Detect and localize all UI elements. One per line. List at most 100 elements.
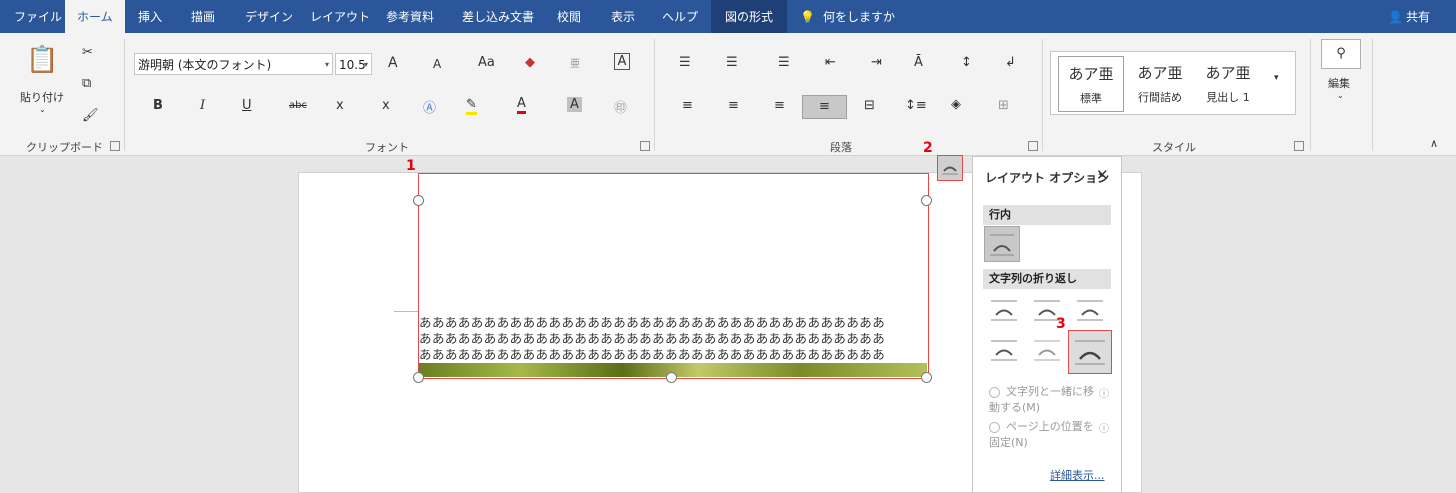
style-item-normal[interactable]: あア亜 標準: [1058, 56, 1124, 112]
tab-review[interactable]: 校閲: [557, 0, 581, 33]
wrap-in-front-icon[interactable]: [1068, 330, 1112, 374]
resize-handle[interactable]: [413, 195, 424, 206]
ruby-icon[interactable]: 亜: [570, 55, 580, 70]
tab-file[interactable]: ファイル: [14, 0, 62, 33]
see-more-link[interactable]: 詳細表示...: [1050, 467, 1105, 483]
font-name-field[interactable]: 游明朝 (本文のフォント) ▾: [134, 53, 333, 75]
annotation-number: 2: [923, 140, 933, 156]
search-icon[interactable]: ⚲: [1321, 39, 1361, 69]
tab-picture-format[interactable]: 図の形式: [711, 0, 788, 33]
tell-me-search[interactable]: 何をしますか: [823, 0, 895, 33]
paste-dropdown-icon[interactable]: ⌄: [39, 105, 46, 114]
resize-handle[interactable]: [413, 372, 424, 383]
strikethrough-button[interactable]: abc: [289, 100, 307, 111]
collapse-ribbon-icon[interactable]: ∧: [1430, 137, 1438, 150]
panel-title: レイアウト オプション: [985, 171, 1110, 185]
underline-button[interactable]: U: [242, 98, 252, 113]
tab-draw[interactable]: 描画: [191, 0, 215, 33]
shrink-font-icon[interactable]: A: [433, 57, 441, 71]
share-icon: 👤: [1388, 10, 1403, 24]
group-divider: [1042, 39, 1043, 151]
option-label: ページ上の位置を固定(N): [989, 420, 1094, 449]
radio-button[interactable]: [989, 422, 1000, 433]
font-launcher-icon[interactable]: [640, 141, 650, 151]
align-center-icon[interactable]: ≡: [728, 98, 739, 113]
styles-launcher-icon[interactable]: [1294, 141, 1304, 151]
justify-icon[interactable]: ≡: [802, 95, 847, 119]
bold-button[interactable]: B: [153, 98, 163, 113]
tab-mailings[interactable]: 差し込み文書: [462, 0, 534, 33]
distribute-icon[interactable]: ⊟: [864, 98, 875, 113]
resize-handle[interactable]: [921, 195, 932, 206]
clear-formatting-icon[interactable]: ◆: [525, 55, 535, 70]
line-spacing-icon[interactable]: ↕≡: [905, 98, 927, 113]
wrap-top-bottom-icon[interactable]: [987, 333, 1023, 369]
picture-selection-frame[interactable]: [418, 173, 929, 379]
resize-handle[interactable]: [666, 372, 677, 383]
paste-button[interactable]: 貼り付け: [20, 89, 64, 105]
paragraph-launcher-icon[interactable]: [1028, 141, 1038, 151]
tab-view[interactable]: 表示: [611, 0, 635, 33]
text-effects-icon[interactable]: Ⓐ: [423, 97, 436, 116]
subscript-button[interactable]: x: [336, 98, 344, 113]
wrap-through-icon[interactable]: [1073, 293, 1109, 329]
group-divider: [124, 39, 125, 151]
style-item-no-spacing[interactable]: あア亜 行間詰め: [1128, 56, 1192, 110]
chevron-down-icon: ⌄: [1337, 91, 1344, 100]
chevron-down-icon: ▾: [363, 60, 368, 69]
italic-button[interactable]: I: [200, 98, 205, 113]
asian-layout-icon[interactable]: Ā: [914, 55, 923, 70]
multilevel-list-icon[interactable]: ☰: [778, 55, 790, 70]
fix-position-option[interactable]: ページ上の位置を固定(N): [989, 419, 1099, 451]
decrease-indent-icon[interactable]: ⇤: [825, 55, 836, 70]
char-shading-button[interactable]: A: [567, 97, 582, 112]
format-painter-icon[interactable]: 🖌: [82, 108, 99, 123]
move-with-text-option[interactable]: 文字列と一緒に移動する(M): [989, 384, 1099, 416]
wrap-square-icon[interactable]: [987, 293, 1023, 329]
copy-icon[interactable]: ⧉: [82, 76, 91, 91]
grow-font-icon[interactable]: A: [388, 55, 398, 71]
wrap-section-header: 文字列の折り返し: [983, 269, 1111, 289]
layout-options-button[interactable]: [937, 155, 963, 181]
group-divider: [654, 39, 655, 151]
borders-icon[interactable]: ⊞: [998, 98, 1009, 113]
wrap-inline-icon[interactable]: [984, 226, 1020, 262]
wrap-behind-text-icon[interactable]: [1030, 333, 1066, 369]
align-right-icon[interactable]: ≡: [774, 98, 785, 113]
cut-icon[interactable]: ✂: [82, 45, 93, 60]
shading-icon[interactable]: ◈: [951, 97, 961, 112]
font-size-field[interactable]: 10.5 ▾: [335, 53, 372, 75]
tab-insert[interactable]: 挿入: [138, 0, 162, 33]
font-size-value: 10.5: [339, 58, 366, 72]
increase-indent-icon[interactable]: ⇥: [871, 55, 882, 70]
numbering-icon[interactable]: ☰: [726, 55, 738, 70]
tab-references[interactable]: 参考資料: [386, 0, 434, 33]
tab-design[interactable]: デザイン: [245, 0, 293, 33]
font-color-button[interactable]: A: [517, 96, 526, 114]
editing-button[interactable]: 編集: [1328, 75, 1350, 91]
enclosed-char-icon[interactable]: ㊞: [614, 97, 627, 116]
align-left-icon[interactable]: ≡: [682, 98, 693, 113]
enclose-char-icon[interactable]: A: [614, 53, 630, 70]
change-case-icon[interactable]: Aa: [478, 55, 495, 70]
paste-icon[interactable]: 📋: [26, 45, 58, 75]
style-name: 標準: [1080, 92, 1102, 105]
resize-handle[interactable]: [921, 372, 932, 383]
share-button[interactable]: 共有: [1406, 0, 1430, 33]
tab-help[interactable]: ヘルプ: [662, 0, 698, 33]
styles-more-icon[interactable]: ▾: [1274, 73, 1279, 83]
ribbon-tab-bar: ファイル ホーム 挿入 描画 デザイン レイアウト 参考資料 差し込み文書 校閲…: [0, 0, 1456, 33]
style-item-heading-1[interactable]: あア亜 見出し 1: [1196, 56, 1260, 110]
highlight-color-icon[interactable]: ✎: [466, 97, 477, 115]
close-icon[interactable]: ✕: [1096, 166, 1109, 184]
superscript-button[interactable]: x: [382, 98, 390, 113]
clipboard-launcher-icon[interactable]: [110, 141, 120, 151]
style-preview: あア亜: [1137, 64, 1183, 82]
option-label: 文字列と一緒に移動する(M): [989, 385, 1094, 414]
radio-button[interactable]: [989, 387, 1000, 398]
tab-home[interactable]: ホーム: [65, 0, 125, 33]
sort-icon[interactable]: ↕: [961, 55, 972, 70]
bullets-icon[interactable]: ☰: [679, 55, 691, 70]
show-marks-icon[interactable]: ↲: [1005, 55, 1016, 70]
tab-layout[interactable]: レイアウト: [310, 0, 370, 33]
